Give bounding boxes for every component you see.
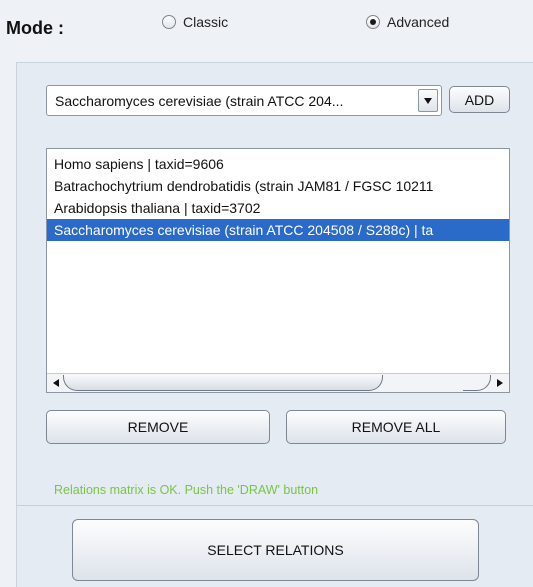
divider — [17, 505, 533, 506]
radio-classic-icon[interactable] — [162, 15, 176, 29]
scrollbar-thumb[interactable] — [63, 375, 383, 391]
chevron-down-icon — [424, 97, 432, 104]
list-item[interactable]: Batrachochytrium dendrobatidis (strain J… — [47, 175, 509, 197]
species-dropdown-value: Saccharomyces cerevisiae (strain ATCC 20… — [55, 92, 344, 109]
remove-button[interactable]: REMOVE — [46, 410, 270, 444]
species-dropdown[interactable]: Saccharomyces cerevisiae (strain ATCC 20… — [46, 85, 442, 116]
scrollbar-track-end — [463, 375, 491, 391]
species-list[interactable]: Homo sapiens | taxid=9606 Batrachochytri… — [46, 148, 510, 393]
radio-classic[interactable]: Classic — [162, 14, 228, 30]
list-item[interactable]: Homo sapiens | taxid=9606 — [47, 153, 509, 175]
remove-all-button[interactable]: REMOVE ALL — [286, 410, 506, 444]
mode-row: Mode : Classic Advanced — [0, 0, 533, 56]
scroll-right-button[interactable] — [493, 376, 507, 390]
list-item-selected[interactable]: Saccharomyces cerevisiae (strain ATCC 20… — [47, 219, 509, 241]
status-message: Relations matrix is OK. Push the 'DRAW' … — [54, 483, 319, 497]
advanced-panel: Saccharomyces cerevisiae (strain ATCC 20… — [16, 62, 533, 587]
add-button[interactable]: ADD — [449, 86, 510, 113]
arrow-right-icon — [497, 379, 503, 387]
radio-classic-label: Classic — [183, 14, 229, 30]
scroll-left-button[interactable] — [49, 376, 63, 390]
mode-label: Mode : — [6, 18, 64, 38]
horizontal-scrollbar[interactable] — [47, 373, 509, 392]
dropdown-arrow-button[interactable] — [418, 89, 438, 112]
radio-advanced[interactable]: Advanced — [366, 14, 449, 30]
radio-advanced-label: Advanced — [387, 14, 450, 30]
arrow-left-icon — [53, 379, 59, 387]
radio-advanced-icon[interactable] — [366, 15, 380, 29]
select-relations-button[interactable]: SELECT RELATIONS — [72, 519, 479, 581]
list-item[interactable]: Arabidopsis thaliana | taxid=3702 — [47, 197, 509, 219]
